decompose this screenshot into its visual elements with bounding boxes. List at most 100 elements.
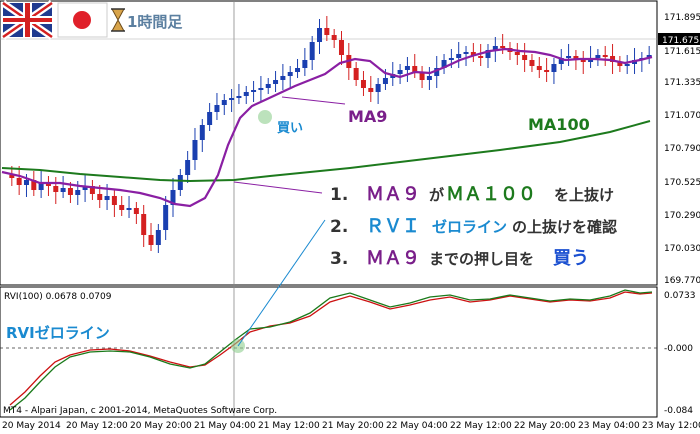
candle-body: [551, 64, 557, 72]
price-tick: 170.790: [664, 144, 700, 154]
candle-body: [317, 28, 323, 42]
chart-window: 171.895 171.615 171.335 171.070 170.790 …: [0, 0, 700, 431]
candle-body: [544, 70, 550, 72]
step2-rvi: ＲＶＩ: [366, 216, 420, 237]
candle-body: [199, 125, 205, 140]
time-tick: 20 May 2014: [2, 421, 61, 431]
timeframe-label: 1時間足: [127, 13, 183, 31]
candle-body: [287, 72, 293, 76]
time-tick: 23 May 04:00: [578, 421, 640, 431]
time-tick: 22 May 04:00: [386, 421, 448, 431]
candle-body: [595, 55, 601, 58]
candle-body: [448, 58, 454, 60]
candle-body: [397, 70, 403, 74]
price-tick: 170.290: [664, 211, 700, 221]
rvi-tick: 0.0733: [664, 291, 696, 301]
step3-text: までの押し目を: [429, 250, 534, 268]
candle-body: [273, 80, 279, 84]
price-tick: 170.030: [664, 244, 700, 254]
candle-body: [309, 42, 315, 60]
candle-body: [426, 76, 432, 80]
rvi-axis: 0.0733 -0.000 -0.084: [664, 291, 696, 416]
step-1: 1. ＭＡ９ が ＭＡ１００ を上抜け: [330, 184, 614, 205]
candle-body: [192, 140, 198, 160]
candle-body: [207, 112, 213, 125]
candle-body: [163, 205, 169, 230]
candle-body: [602, 55, 608, 57]
time-tick: 21 May 20:00: [322, 421, 384, 431]
candle-body: [624, 64, 630, 66]
time-tick: 21 May 04:00: [194, 421, 256, 431]
candle-body: [229, 98, 235, 100]
candle-body: [265, 84, 271, 88]
candle-body: [126, 208, 132, 210]
time-tick: 22 May 12:00: [450, 421, 512, 431]
step1-ma9: ＭＡ９: [366, 184, 420, 205]
candle-body: [324, 28, 330, 35]
step2-text: の上抜けを確認: [512, 218, 617, 236]
candle-body: [111, 196, 117, 205]
step1-particle: が: [429, 186, 445, 204]
candle-body: [23, 180, 29, 185]
candle-body: [280, 76, 286, 80]
price-tick: 171.335: [664, 78, 700, 88]
candle-body: [53, 186, 59, 192]
candle-body: [382, 78, 388, 84]
candle-body: [580, 60, 586, 62]
candle-body: [404, 66, 410, 70]
step-number: 3.: [330, 249, 348, 269]
rvi-title: RVI(100) 0.0678 0.0709: [4, 292, 112, 302]
step1-text: を上抜け: [554, 186, 614, 204]
rvi-zero-annotation: RVIゼロライン: [6, 324, 110, 342]
candle-body: [236, 96, 242, 98]
candle-body: [67, 188, 73, 195]
buy-label: 買い: [277, 121, 303, 136]
candle-body: [456, 54, 462, 58]
step-number: 2.: [330, 217, 348, 237]
step2-zeroline: ゼロライン: [432, 218, 507, 236]
candle-body: [133, 208, 139, 214]
candle-body: [536, 66, 542, 70]
candle-body: [75, 190, 81, 195]
candle-body: [155, 230, 161, 245]
candle-body: [566, 56, 572, 58]
candle-body: [177, 175, 183, 190]
ma100-annotation: MA100: [528, 115, 590, 134]
rvi-tick: -0.000: [664, 344, 693, 354]
copyright-text: MT4 - Alpari Japan, c 2001-2014, MetaQuo…: [3, 406, 277, 416]
time-tick: 20 May 12:00: [66, 421, 128, 431]
price-tick: 170.525: [664, 178, 700, 188]
candle-body: [338, 40, 344, 55]
candle-body: [478, 56, 484, 58]
candle-body: [60, 188, 66, 192]
candle-body: [295, 68, 301, 72]
candle-body: [258, 88, 264, 90]
candle-body: [331, 35, 337, 40]
candle-body: [185, 160, 191, 175]
price-axis: 171.895 171.615 171.335 171.070 170.790 …: [658, 13, 700, 286]
time-tick: 22 May 20:00: [514, 421, 576, 431]
candle-body: [375, 84, 381, 92]
candle-body: [251, 90, 257, 92]
candle-body: [104, 196, 110, 200]
candle-body: [148, 235, 154, 245]
step-2: 2. ＲＶＩ ゼロライン の上抜けを確認: [330, 216, 617, 237]
candle-body: [353, 68, 359, 80]
candle-body: [119, 205, 125, 210]
time-tick: 20 May 20:00: [130, 421, 192, 431]
price-tick: 169.770: [664, 276, 700, 286]
candle-body: [221, 100, 227, 105]
candle-body: [97, 194, 103, 200]
current-price-value: 171.675: [662, 36, 699, 46]
rvi-tick: -0.084: [664, 406, 693, 416]
ma9-annotation: MA9: [348, 107, 387, 126]
buy-point-marker: [258, 110, 272, 124]
time-tick: 23 May 12:00: [642, 421, 700, 431]
time-tick: 21 May 12:00: [258, 421, 320, 431]
step-number: 1.: [330, 185, 348, 205]
candle-body: [243, 92, 249, 96]
step3-buy: 買う: [553, 248, 589, 269]
price-tick: 171.895: [664, 13, 700, 23]
time-axis: 20 May 2014 20 May 12:00 20 May 20:00 21…: [2, 421, 700, 431]
candle-body: [214, 105, 220, 112]
